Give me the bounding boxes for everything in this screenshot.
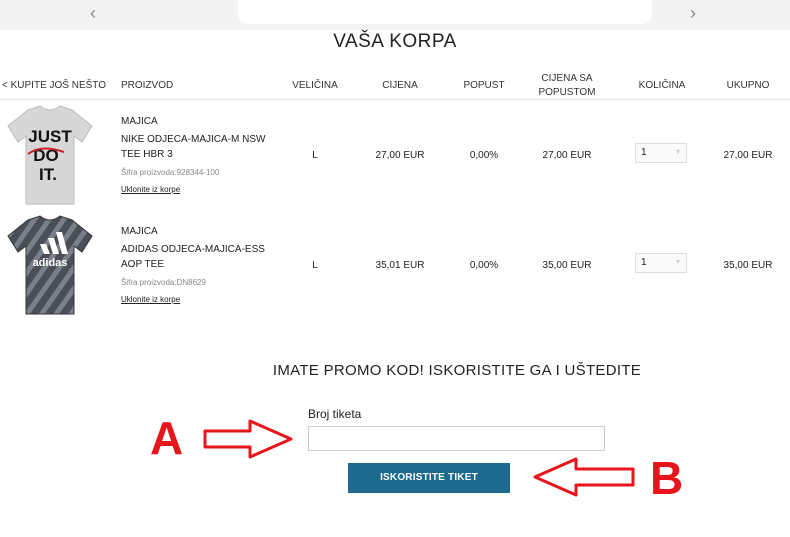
- header-price: CIJENA: [382, 80, 418, 91]
- header-divider: [0, 99, 790, 100]
- quantity-value: 1: [641, 257, 647, 268]
- quantity-select[interactable]: 1 ▾: [635, 143, 687, 163]
- redeem-ticket-button[interactable]: ISKORISTITE TIKET: [348, 463, 510, 493]
- page-title: VAŠA KORPA: [333, 31, 457, 52]
- header-quantity: KOLIČINA: [638, 80, 686, 91]
- product-sku: Šifra proizvoda:928344-100: [121, 168, 220, 177]
- image-text: JUST: [28, 127, 72, 146]
- header-product: PROIZVOD: [121, 80, 174, 91]
- product-total: 35,00 EUR: [723, 260, 773, 271]
- image-text: IT.: [39, 165, 57, 184]
- quantity-select[interactable]: 1 ▾: [635, 253, 687, 273]
- header-discounted-price-line1: CIJENA SA: [541, 73, 593, 84]
- chevron-down-icon: ▾: [675, 147, 680, 156]
- promo-title: IMATE PROMO KOD! ISKORISTITE GA I UŠTEDI…: [272, 362, 642, 379]
- product-discounted-price: 35,00 EUR: [542, 260, 592, 271]
- product-size: L: [312, 260, 318, 271]
- annotation-label-a: A: [150, 412, 184, 464]
- header-discounted-price-line2: POPUSTOM: [538, 87, 596, 98]
- product-discount: 0,00%: [469, 150, 499, 161]
- product-discount: 0,00%: [469, 260, 499, 271]
- annotation-arrow-right-icon: [203, 419, 293, 459]
- remove-from-cart-link[interactable]: Uklonite iz korpe: [121, 295, 180, 304]
- header-discounted-price: CIJENA SA POPUSTOM: [532, 72, 602, 100]
- product-size: L: [312, 150, 318, 161]
- annotation-arrow-left-icon: [533, 457, 635, 497]
- product-total: 27,00 EUR: [723, 150, 773, 161]
- chevron-left-icon[interactable]: ‹: [90, 4, 96, 22]
- header-size: VELIČINA: [292, 80, 338, 91]
- product-name[interactable]: ADIDAS ODJECA-MAJICA-ESS AOP TEE: [121, 242, 281, 272]
- product-discounted-price: 27,00 EUR: [542, 150, 592, 161]
- continue-shopping-link[interactable]: < KUPITE JOŠ NEŠTO: [2, 79, 106, 93]
- cart-row: adidas MAJICA ADIDAS ODJECA-MAJICA-ESS A…: [0, 212, 790, 322]
- product-name[interactable]: NIKE ODJECA-MAJICA-M NSW TEE HBR 3: [121, 132, 281, 162]
- remove-from-cart-link[interactable]: Uklonite iz korpe: [121, 185, 180, 194]
- product-image-nike-tshirt[interactable]: JUST DO IT.: [6, 104, 94, 208]
- product-category: MAJICA: [121, 226, 158, 237]
- product-image-adidas-tshirt[interactable]: adidas: [6, 214, 94, 318]
- ticket-number-input[interactable]: [308, 426, 605, 451]
- cart-row: JUST DO IT. MAJICA NIKE ODJECA-MAJICA-M …: [0, 102, 790, 212]
- product-price: 35,01 EUR: [375, 260, 425, 271]
- ticket-number-label: Broj tiketa: [308, 407, 362, 421]
- quantity-value: 1: [641, 147, 647, 158]
- product-price: 27,00 EUR: [375, 150, 425, 161]
- product-category: MAJICA: [121, 116, 158, 127]
- top-carousel-bar: ‹ ›: [0, 0, 790, 30]
- annotation-label-b: B: [650, 452, 684, 504]
- header-total: UKUPNO: [726, 80, 770, 91]
- chevron-down-icon: ▾: [675, 257, 680, 266]
- chevron-right-icon[interactable]: ›: [690, 4, 696, 22]
- header-discount: POPUST: [463, 80, 505, 91]
- top-search-pill[interactable]: [238, 0, 652, 24]
- image-text: adidas: [33, 257, 68, 269]
- product-sku: Šifra proizvoda:DN8629: [121, 278, 206, 287]
